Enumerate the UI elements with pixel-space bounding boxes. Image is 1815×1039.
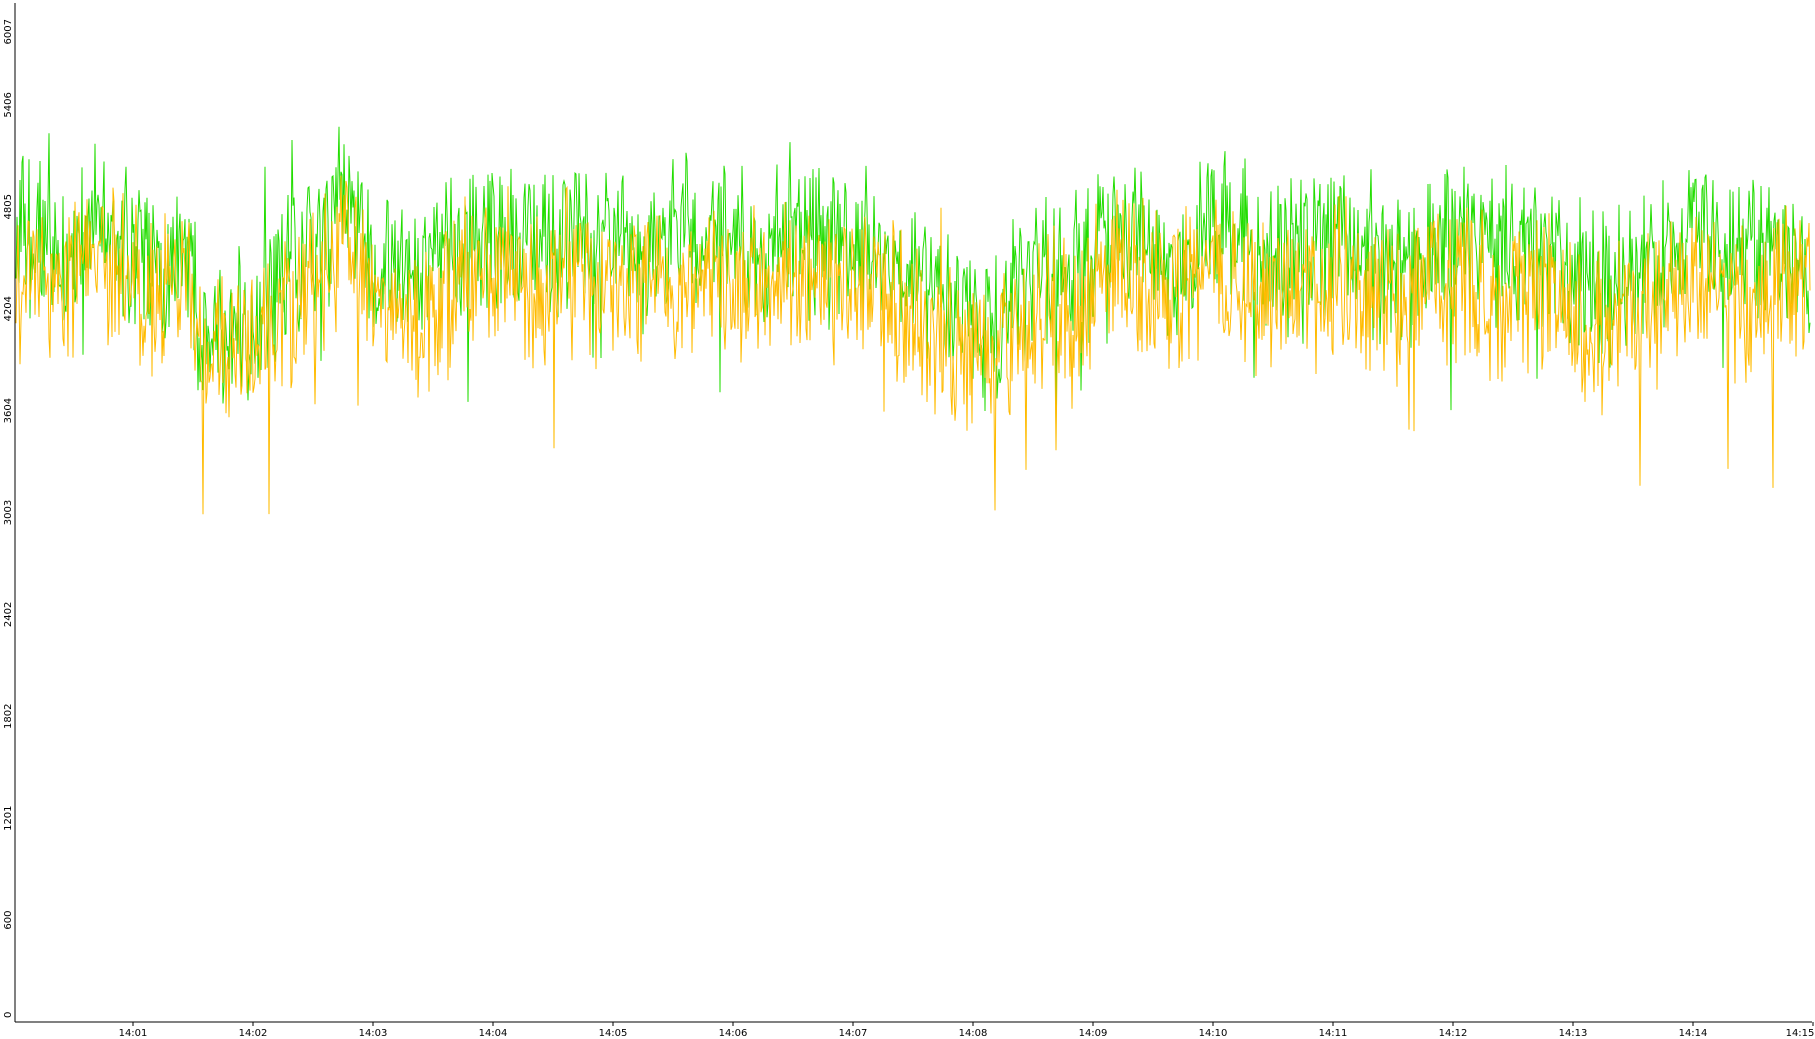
x-tick-label: 14:05: [599, 1028, 628, 1039]
y-tick-label: 1802: [3, 704, 14, 729]
y-tick-label: 0: [3, 1012, 14, 1018]
y-tick-label: 2402: [3, 602, 14, 627]
y-tick-label: 1201: [3, 805, 14, 830]
y-tick-label: 4204: [3, 296, 14, 321]
x-tick-label: 14:02: [239, 1028, 268, 1039]
y-tick-label: 3003: [3, 500, 14, 525]
x-tick-label: 14:04: [479, 1028, 508, 1039]
y-tick-label: 6007: [3, 19, 14, 44]
y-tick-label: 5406: [3, 92, 14, 117]
x-tick-label: 14:07: [839, 1028, 868, 1039]
x-tick-label: 14:03: [359, 1028, 388, 1039]
y-axis: 0 600 1201 1802 2402 3003 3604 4204 4805 5406 6007: [0, 0, 16, 1022]
x-tick-label: 14:08: [959, 1028, 988, 1039]
x-tick-label: 14:14: [1679, 1028, 1708, 1039]
y-tick-label: 600: [3, 911, 14, 930]
x-tick-label: 14:01: [119, 1028, 148, 1039]
time-series-chart: 0 600 1201 1802 2402 3003 3604 4204 4805 5406 6007…: [0, 0, 1815, 1039]
x-tick-label: 14:06: [719, 1028, 748, 1039]
x-axis: 14:01 14:02 14:03 14:04 14:05 14:06 14:07 14:08…: [15, 1021, 1815, 1039]
x-tick-label: 14:10: [1199, 1028, 1228, 1039]
plot-area: [15, 126, 1811, 515]
x-tick-label: 14:09: [1079, 1028, 1108, 1039]
x-tick-label: 14:11: [1319, 1028, 1348, 1039]
x-tick-label: 14:13: [1559, 1028, 1588, 1039]
x-tick-label: 14:15: [1786, 1028, 1815, 1039]
chart-canvas: 0 600 1201 1802 2402 3003 3604 4204 4805 5406 6007…: [0, 0, 1815, 1039]
x-tick-label: 14:12: [1439, 1028, 1468, 1039]
y-tick-label: 4805: [3, 194, 14, 219]
y-tick-label: 3604: [3, 398, 14, 423]
